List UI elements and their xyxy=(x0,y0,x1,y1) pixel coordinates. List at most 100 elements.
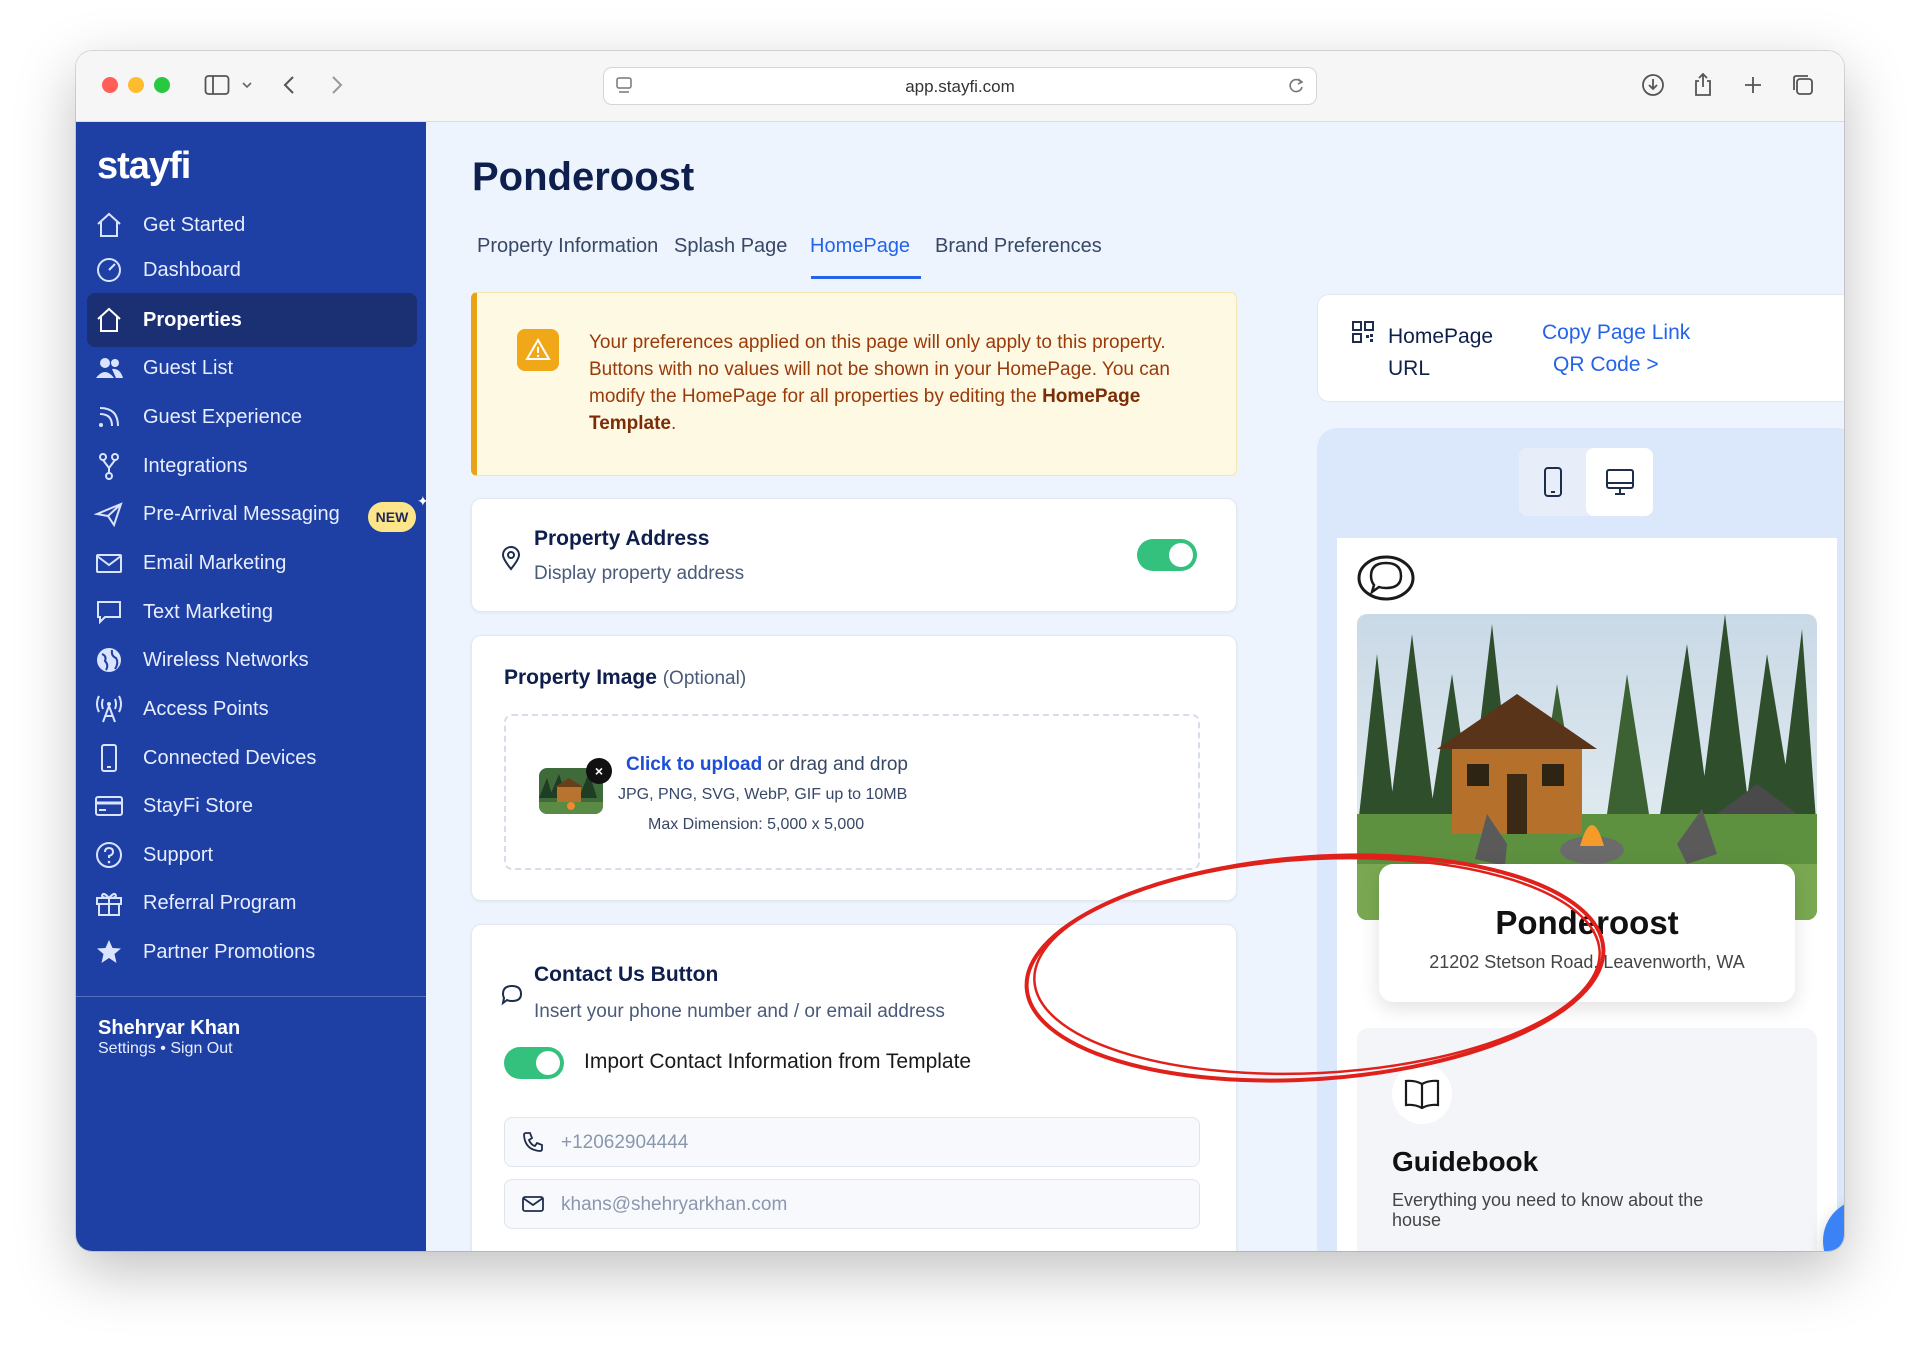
guidebook-card[interactable]: Guidebook Everything you need to know ab… xyxy=(1357,1028,1817,1251)
url-text: app.stayfi.com xyxy=(905,77,1015,96)
sidebar-item-email-marketing[interactable]: Email Marketing xyxy=(87,536,417,590)
sidebar-toggle-icon[interactable] xyxy=(204,72,230,98)
contact-us-card: Contact Us Button Insert your phone numb… xyxy=(471,924,1237,1251)
main-content: Ponderoost Property Information Splash P… xyxy=(426,122,1844,1251)
sign-out-link[interactable]: Sign Out xyxy=(170,1040,232,1057)
tab-splash-page[interactable]: Splash Page xyxy=(669,227,792,279)
chevron-down-icon[interactable] xyxy=(234,72,260,98)
desktop-preview-button[interactable] xyxy=(1586,448,1653,516)
sidebar-item-partner-promotions[interactable]: Partner Promotions xyxy=(87,925,417,979)
sidebar-item-pre-arrival-messaging[interactable]: Pre-Arrival Messaging NEW ✦ xyxy=(87,487,429,541)
envelope-icon xyxy=(92,546,126,580)
back-icon[interactable] xyxy=(276,72,302,98)
forward-icon[interactable] xyxy=(324,72,350,98)
property-address-card: Property Address Display property addres… xyxy=(471,498,1237,612)
tabs-overview-icon[interactable] xyxy=(1790,72,1816,98)
homepage-url-label: HomePage URL xyxy=(1388,325,1494,380)
sidebar-item-stayfi-store[interactable]: StayFi Store xyxy=(87,779,417,833)
house-icon xyxy=(92,303,126,337)
property-image-title-text: Property Image xyxy=(504,666,657,689)
active-tab-indicator xyxy=(811,276,921,279)
browser-toolbar: app.stayfi.com xyxy=(76,51,1844,122)
homepage-preview-panel: Ponderoost 21202 Stetson Road, Leavenwor… xyxy=(1317,428,1844,1251)
email-value: khans@shehryarkhan.com xyxy=(561,1194,788,1215)
phone-field[interactable]: +12062904444 xyxy=(504,1117,1200,1167)
copy-page-link[interactable]: Copy Page Link xyxy=(1542,321,1690,345)
settings-link[interactable]: Settings xyxy=(98,1040,156,1057)
chat-icon xyxy=(1843,1221,1844,1251)
rss-icon xyxy=(92,400,126,434)
sidebar-item-guest-experience[interactable]: Guest Experience xyxy=(87,390,417,444)
stayfi-logo[interactable]: stayfi xyxy=(97,145,191,189)
guidebook-description: Everything you need to know about the ho… xyxy=(1392,1190,1704,1230)
remove-image-button[interactable]: × xyxy=(586,758,612,784)
property-name-card: Ponderoost 21202 Stetson Road, Leavenwor… xyxy=(1379,864,1795,1002)
sidebar-item-label: Connected Devices xyxy=(143,746,317,769)
new-tab-icon[interactable] xyxy=(1740,72,1766,98)
browser-window: app.stayfi.com stayfi Get Started Dashbo… xyxy=(76,51,1844,1251)
property-address-toggle[interactable] xyxy=(1137,539,1197,571)
user-links: Settings • Sign Out xyxy=(98,1040,233,1058)
map-pin-icon xyxy=(500,545,522,576)
sidebar: stayfi Get Started Dashboard Properties … xyxy=(76,122,429,1251)
sidebar-item-connected-devices[interactable]: Connected Devices xyxy=(87,731,417,785)
contact-us-title: Contact Us Button xyxy=(534,963,719,986)
homepage-url-card: HomePage URL Copy Page Link QR Code > xyxy=(1317,294,1844,402)
sidebar-item-label: Text Marketing xyxy=(143,600,274,623)
sidebar-item-label: Properties xyxy=(143,308,242,331)
tab-property-information[interactable]: Property Information xyxy=(472,227,663,279)
preview-property-address: 21202 Stetson Road, Leavenworth, WA xyxy=(1429,952,1745,972)
envelope-icon xyxy=(521,1192,545,1221)
alert-text-end: . xyxy=(671,413,677,434)
sidebar-item-text-marketing[interactable]: Text Marketing xyxy=(87,585,417,639)
property-image-card: Property Image (Optional) × Click to upl… xyxy=(471,635,1237,901)
mobile-icon xyxy=(1543,467,1562,497)
reload-icon[interactable] xyxy=(1286,75,1306,102)
tab-brand-preferences[interactable]: Brand Preferences xyxy=(930,227,1107,279)
qr-code-link[interactable]: QR Code > xyxy=(1553,353,1659,377)
sidebar-item-dashboard[interactable]: Dashboard xyxy=(87,243,417,297)
sidebar-item-guest-list[interactable]: Guest List xyxy=(87,341,417,395)
logo-text: stayfi xyxy=(97,145,191,187)
import-contact-toggle[interactable] xyxy=(504,1047,564,1079)
home-icon xyxy=(92,208,126,242)
phone-value: +12062904444 xyxy=(561,1132,689,1153)
downloads-icon[interactable] xyxy=(1640,72,1666,98)
close-window-button[interactable] xyxy=(102,77,118,93)
chat-bubble-icon[interactable] xyxy=(1357,554,1415,607)
link-separator: • xyxy=(160,1040,166,1057)
tab-homepage[interactable]: HomePage xyxy=(805,227,915,279)
preview-property-name: Ponderoost xyxy=(1495,904,1679,941)
email-field[interactable]: khans@shehryarkhan.com xyxy=(504,1179,1200,1229)
sidebar-item-label: Partner Promotions xyxy=(143,940,316,963)
alert-message: Your preferences applied on this page wi… xyxy=(589,329,1189,437)
mobile-preview-button[interactable] xyxy=(1519,448,1586,516)
import-contact-label: Import Contact Information from Template xyxy=(584,1050,972,1073)
click-to-upload-link[interactable]: Click to upload xyxy=(626,754,762,775)
drag-drop-text: or drag and drop xyxy=(767,754,908,775)
share-icon[interactable] xyxy=(1690,72,1716,98)
book-icon xyxy=(1392,1064,1452,1124)
image-dropzone[interactable]: × Click to upload or drag and drop JPG, … xyxy=(504,714,1200,870)
users-icon xyxy=(92,351,126,385)
sidebar-item-support[interactable]: Support xyxy=(87,828,417,882)
sidebar-item-label: Support xyxy=(143,843,214,866)
antenna-icon xyxy=(92,692,126,726)
upload-formats: JPG, PNG, SVG, WebP, GIF up to 10MB xyxy=(618,786,908,803)
preview-screen: Ponderoost 21202 Stetson Road, Leavenwor… xyxy=(1337,538,1837,1251)
sidebar-item-wireless-networks[interactable]: Wireless Networks xyxy=(87,633,417,687)
globe-icon xyxy=(92,643,126,677)
sidebar-item-access-points[interactable]: Access Points xyxy=(87,682,417,736)
address-bar[interactable]: app.stayfi.com xyxy=(603,67,1317,105)
user-name: Shehryar Khan xyxy=(98,1017,241,1039)
gauge-icon xyxy=(92,253,126,287)
qr-code-icon xyxy=(1352,321,1374,348)
sidebar-item-label: Guest Experience xyxy=(143,405,302,428)
sidebar-item-referral-program[interactable]: Referral Program xyxy=(87,876,417,930)
maximize-window-button[interactable] xyxy=(154,77,170,93)
sidebar-item-properties[interactable]: Properties xyxy=(87,293,417,347)
sidebar-item-integrations[interactable]: Integrations xyxy=(87,439,417,493)
message-icon xyxy=(92,595,126,629)
minimize-window-button[interactable] xyxy=(128,77,144,93)
sidebar-item-label: StayFi Store xyxy=(143,794,254,817)
